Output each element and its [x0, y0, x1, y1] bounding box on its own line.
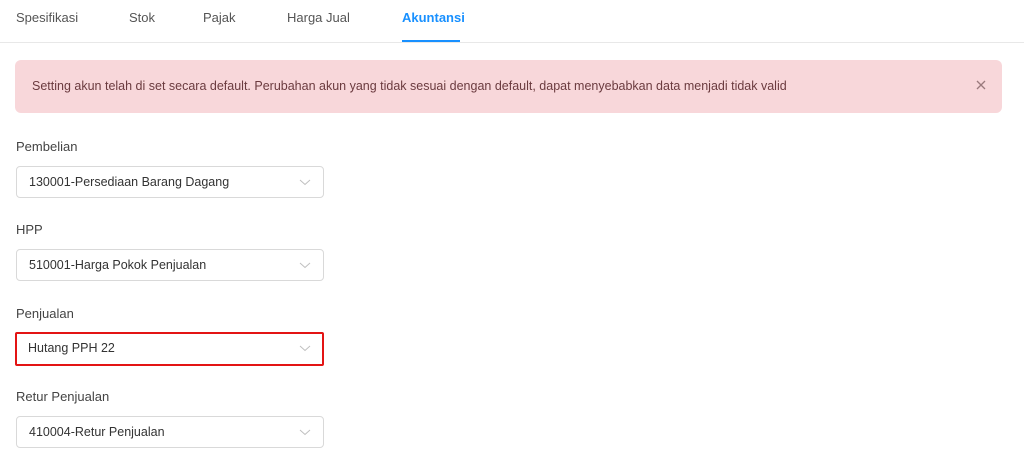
chevron-down-icon: [299, 179, 311, 186]
hpp-value: 510001-Harga Pokok Penjualan: [29, 258, 207, 272]
retur-penjualan-select[interactable]: 410004-Retur Penjualan: [16, 416, 324, 448]
hpp-label: HPP: [16, 222, 43, 237]
tab-harga-jual[interactable]: Harga Jual: [287, 10, 350, 25]
chevron-down-icon: [299, 262, 311, 269]
warning-alert: Setting akun telah di set secara default…: [15, 60, 1002, 113]
retur-penjualan-label: Retur Penjualan: [16, 389, 110, 404]
pembelian-value: 130001-Persediaan Barang Dagang: [29, 175, 230, 189]
active-tab-indicator: [402, 40, 460, 42]
alert-message: Setting akun telah di set secara default…: [32, 79, 787, 93]
tab-stok[interactable]: Stok: [129, 10, 155, 25]
pembelian-select[interactable]: 130001-Persediaan Barang Dagang: [16, 166, 324, 198]
tab-bar: Spesifikasi Stok Pajak Harga Jual Akunta…: [0, 0, 1024, 43]
tab-akuntansi[interactable]: Akuntansi: [402, 10, 465, 25]
chevron-down-icon: [299, 345, 311, 352]
penjualan-select[interactable]: Hutang PPH 22: [15, 332, 324, 366]
close-icon[interactable]: [973, 77, 989, 93]
tab-spesifikasi[interactable]: Spesifikasi: [16, 10, 78, 25]
chevron-down-icon: [299, 429, 311, 436]
pembelian-label: Pembelian: [16, 139, 78, 154]
penjualan-value: Hutang PPH 22: [28, 341, 115, 355]
retur-penjualan-value: 410004-Retur Penjualan: [29, 425, 165, 439]
tab-pajak[interactable]: Pajak: [203, 10, 236, 25]
hpp-select[interactable]: 510001-Harga Pokok Penjualan: [16, 249, 324, 281]
penjualan-label: Penjualan: [16, 306, 74, 321]
